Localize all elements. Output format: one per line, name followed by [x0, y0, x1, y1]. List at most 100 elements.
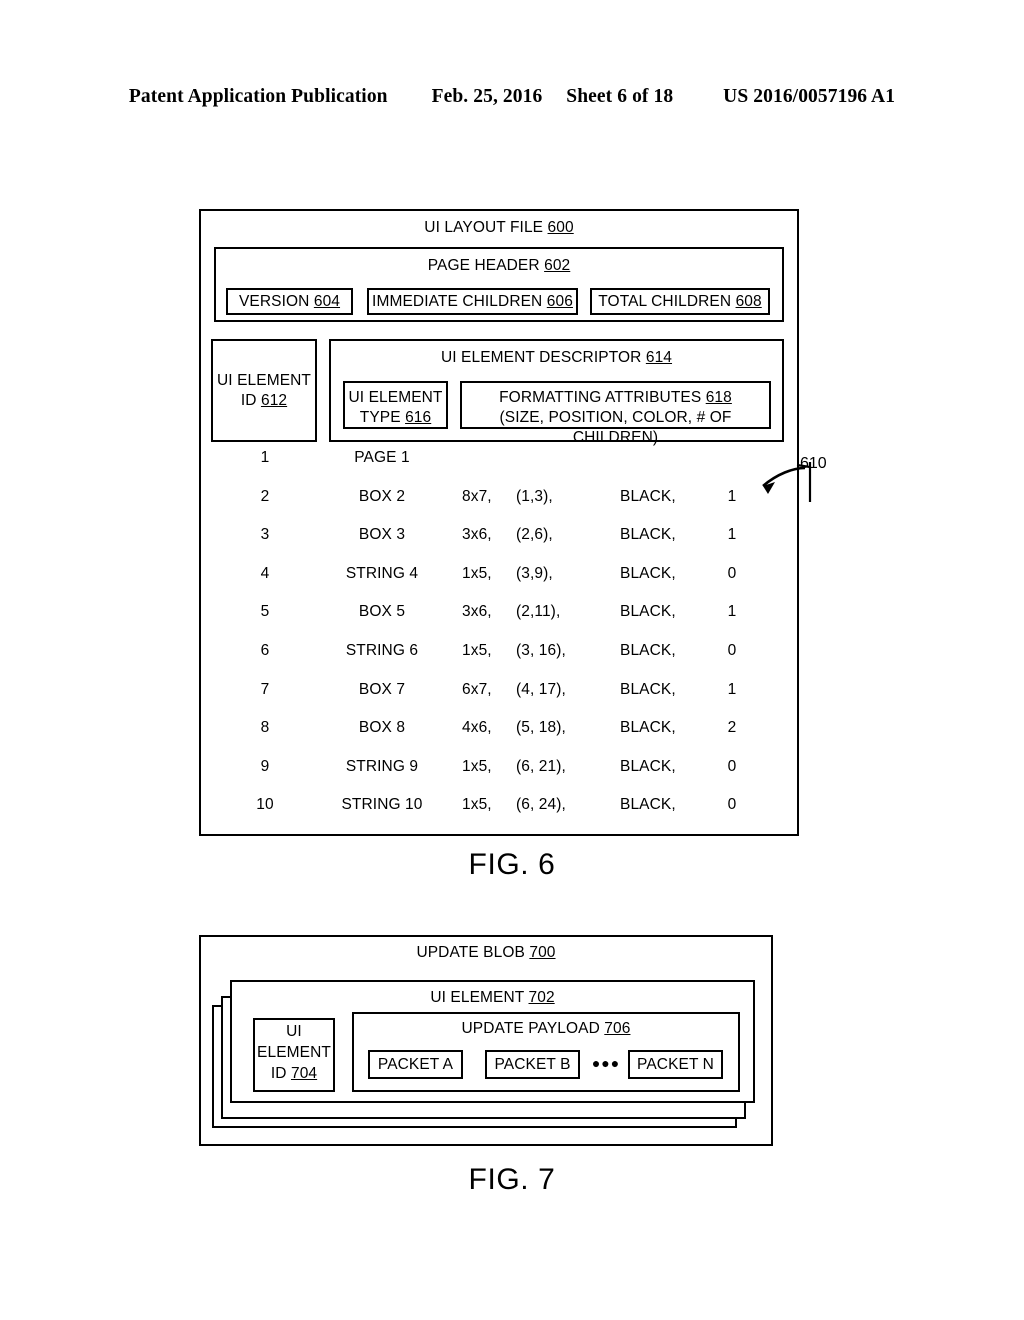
table-cell-size: 3x6, — [462, 526, 492, 544]
figure-7-caption: FIG. 7 — [468, 1163, 556, 1196]
page-header-title-text: PAGE HEADER — [427, 257, 540, 274]
table-cell-type: BOX 7 — [358, 680, 406, 698]
update-payload-title-text: UPDATE PAYLOAD — [461, 1020, 600, 1037]
ui-element-type-label: UI ELEMENT TYPE 616 — [343, 388, 448, 428]
ui-element-id-line1: UI ELEMENT — [216, 372, 311, 389]
table-cell-position: (6, 24), — [516, 796, 566, 814]
formatting-attributes-label: FORMATTING ATTRIBUTES 618 (SIZE, POSITIO… — [460, 388, 771, 447]
update-ui-element-id-line3: ID — [270, 1064, 287, 1082]
table-cell-id: 9 — [260, 757, 270, 775]
version-field-ref: 604 — [313, 293, 341, 310]
ui-element-id-ref: 612 — [260, 391, 288, 409]
table-cell-children: 0 — [727, 757, 737, 775]
ui-element-id-line2: ID — [240, 391, 257, 409]
header-publication-text: Patent Application Publication — [128, 86, 388, 107]
table-cell-id: 4 — [260, 564, 270, 582]
table-cell-size: 1x5, — [462, 796, 492, 814]
table-cell-children: 0 — [727, 796, 737, 814]
table-row: 5 BOX 5 3x6, (2,11), BLACK, 1 — [0, 602, 1024, 622]
table-cell-type: STRING 10 — [341, 796, 423, 814]
update-payload-ref: 706 — [604, 1020, 631, 1037]
figure-6-caption: FIG. 6 — [468, 848, 556, 881]
ui-layout-file-ref: 600 — [547, 219, 574, 236]
update-blob-ref: 700 — [529, 944, 556, 961]
table-cell-id: 8 — [260, 719, 270, 737]
table-cell-color: BLACK, — [620, 796, 676, 814]
header-date-text: Feb. 25, 2016 — [431, 86, 543, 107]
table-row: 2 BOX 2 8x7, (1,3), BLACK, 1 — [0, 487, 1024, 507]
table-cell-id: 6 — [260, 642, 270, 659]
table-row: 10 STRING 10 1x5, (6, 24), BLACK, 0 — [0, 795, 1024, 815]
table-cell-type: BOX 2 — [358, 487, 406, 505]
formatting-attributes-ref: 618 — [705, 389, 732, 406]
ui-element-descriptor-title-text: UI ELEMENT DESCRIPTOR — [440, 349, 642, 366]
total-children-field-label: TOTAL CHILDREN 608 — [590, 292, 770, 312]
ui-element-title-text: UI ELEMENT — [430, 989, 525, 1006]
ui-layout-file-title-text: UI LAYOUT FILE — [424, 219, 544, 236]
table-cell-children: 2 — [727, 719, 737, 737]
update-ui-element-id-ref: 704 — [290, 1064, 318, 1082]
table-row: 6 STRING 6 1x5, (3, 16), BLACK, 0 — [0, 641, 1024, 661]
table-cell-color: BLACK, — [620, 719, 676, 737]
immediate-children-field-label: IMMEDIATE CHILDREN 606 — [367, 292, 578, 312]
version-field-label: VERSION 604 — [226, 292, 353, 312]
immediate-children-field-ref: 606 — [546, 293, 573, 310]
table-cell-color: BLACK, — [620, 487, 676, 505]
table-cell-position: (6, 21), — [516, 757, 566, 775]
publication-header: Patent Application Publication Feb. 25, … — [0, 86, 1024, 108]
ui-layout-file-title: UI LAYOUT FILE 600 — [199, 218, 799, 238]
table-cell-type: STRING 4 — [345, 564, 419, 582]
table-cell-type: BOX 8 — [358, 719, 406, 737]
table-cell-id: 2 — [260, 487, 270, 505]
table-cell-type: STRING 9 — [345, 757, 419, 775]
table-cell-children: 1 — [727, 526, 737, 544]
packet-b-label: PACKET B — [494, 1056, 571, 1073]
ui-element-descriptor-title: UI ELEMENT DESCRIPTOR 614 — [329, 348, 784, 368]
table-cell-color: BLACK, — [620, 526, 676, 544]
update-blob-title-text: UPDATE BLOB — [416, 944, 525, 961]
header-patent-number-text: US 2016/0057196 A1 — [723, 86, 896, 107]
packet-ellipsis-icon: ●●● — [591, 1055, 621, 1071]
update-ui-element-id-line1: UI — [286, 1023, 302, 1040]
ui-element-type-line2: TYPE — [359, 408, 401, 426]
table-cell-type: BOX 5 — [358, 603, 406, 621]
table-row: 1 PAGE 1 — [0, 448, 1024, 468]
version-field-text: VERSION — [238, 293, 310, 310]
page-header-title: PAGE HEADER 602 — [214, 256, 784, 276]
table-cell-position: (5, 18), — [516, 719, 566, 737]
table-cell-id: 5 — [260, 603, 270, 621]
callout-610-arrow — [762, 462, 812, 502]
table-row: 9 STRING 9 1x5, (6, 21), BLACK, 0 — [0, 757, 1024, 777]
ui-element-title-ref: 702 — [528, 989, 555, 1006]
table-cell-type: PAGE 1 — [354, 449, 410, 466]
ui-element-id-label: UI ELEMENT ID 612 — [211, 371, 317, 411]
table-cell-children: 1 — [727, 603, 737, 621]
table-row: 4 STRING 4 1x5, (3,9), BLACK, 0 — [0, 564, 1024, 584]
total-children-field-ref: 608 — [735, 293, 762, 310]
table-cell-children: 0 — [727, 564, 737, 582]
table-cell-size: 3x6, — [462, 603, 492, 621]
table-cell-type: BOX 3 — [358, 526, 406, 544]
callout-610-label: 610 — [800, 455, 827, 472]
table-cell-color: BLACK, — [620, 642, 676, 659]
patent-drawing-sheet: Patent Application Publication Feb. 25, … — [0, 0, 1024, 1320]
table-cell-size: 1x5, — [462, 564, 492, 582]
table-cell-id: 3 — [260, 526, 270, 544]
packet-a-label: PACKET A — [377, 1056, 454, 1073]
table-cell-id: 1 — [260, 449, 270, 466]
total-children-field-text: TOTAL CHILDREN — [598, 293, 732, 310]
table-cell-position: (2,6), — [516, 526, 553, 544]
ui-element-title: UI ELEMENT 702 — [230, 988, 755, 1008]
table-row: 7 BOX 7 6x7, (4, 17), BLACK, 1 — [0, 680, 1024, 700]
ui-element-type-ref: 616 — [405, 408, 432, 426]
table-row: 8 BOX 8 4x6, (5, 18), BLACK, 2 — [0, 718, 1024, 738]
table-cell-color: BLACK, — [620, 564, 676, 582]
formatting-attributes-line2: (SIZE, POSITION, COLOR, # OF CHILDREN) — [499, 408, 732, 446]
table-cell-position: (2,11), — [516, 603, 561, 621]
table-cell-size: 1x5, — [462, 642, 492, 659]
header-sheet-text: Sheet 6 of 18 — [566, 86, 674, 107]
packet-n-label: PACKET N — [637, 1056, 714, 1073]
update-ui-element-id-line2: ELEMENT — [257, 1043, 331, 1061]
table-cell-size: 8x7, — [462, 487, 492, 505]
table-cell-children: 0 — [727, 642, 737, 659]
